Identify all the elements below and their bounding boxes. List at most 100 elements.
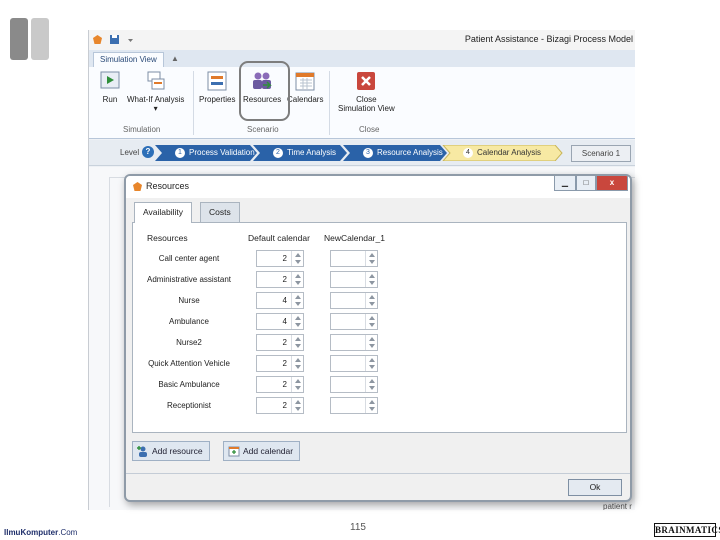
properties-icon	[207, 71, 227, 91]
new-calendar-spinner[interactable]	[330, 313, 378, 330]
resource-name: Receptionist	[166, 401, 212, 410]
help-icon[interactable]: ?	[142, 146, 154, 158]
add-user-icon	[137, 446, 147, 457]
new-calendar-spinner[interactable]	[330, 397, 378, 414]
group-label-close: Close	[359, 125, 380, 134]
add-calendar-label: Add calendar	[243, 446, 294, 456]
resource-name: Ambulance	[168, 317, 210, 326]
group-separator	[329, 71, 330, 135]
default-calendar-spinner[interactable]: 2	[256, 355, 304, 372]
spinner-arrows-icon[interactable]	[365, 356, 377, 371]
highlight-ring	[239, 61, 290, 121]
step-time-analysis[interactable]: 2 Time Analysis	[260, 145, 336, 161]
site-credit: IlmuKomputer.Com	[4, 528, 78, 537]
spinner-arrows-icon[interactable]	[365, 314, 377, 329]
save-icon[interactable]	[109, 34, 120, 45]
new-calendar-spinner[interactable]	[330, 355, 378, 372]
window-title: Patient Assistance - Bizagi Process Mode…	[464, 34, 633, 44]
page-number: 115	[350, 522, 366, 533]
ok-button[interactable]: Ok	[568, 479, 622, 496]
minimize-icon[interactable]: ▁	[554, 176, 576, 191]
resources-dialog: Resources ▁ □ x Availability Costs Resou…	[124, 174, 632, 502]
spinner-arrows-icon[interactable]	[365, 251, 377, 266]
spinner-arrows-icon[interactable]	[291, 293, 303, 308]
default-calendar-spinner[interactable]: 4	[256, 292, 304, 309]
add-resource-button[interactable]: Add resource	[132, 441, 210, 461]
default-calendar-spinner[interactable]: 2	[256, 271, 304, 288]
calendars-button[interactable]: Calendars	[287, 70, 323, 104]
app-logo-icon	[93, 35, 102, 44]
dialog-logo-icon	[133, 182, 142, 191]
spinner-arrows-icon[interactable]	[365, 335, 377, 350]
spinner-arrows-icon[interactable]	[291, 356, 303, 371]
group-label-scenario: Scenario	[247, 125, 279, 134]
availability-panel: Resources Default calendar NewCalendar_1…	[132, 222, 627, 433]
run-icon	[100, 71, 120, 89]
spinner-arrows-icon[interactable]	[291, 251, 303, 266]
default-calendar-spinner[interactable]: 4	[256, 313, 304, 330]
spinner-arrows-icon[interactable]	[291, 335, 303, 350]
default-calendar-spinner[interactable]: 2	[256, 250, 304, 267]
what-if-label: What-If Analysis	[127, 95, 185, 104]
title-bar: Patient Assistance - Bizagi Process Mode…	[89, 30, 635, 50]
default-calendar-spinner[interactable]: 2	[256, 334, 304, 351]
close-icon[interactable]: x	[596, 176, 628, 191]
tab-costs[interactable]: Costs	[200, 202, 240, 222]
close-simulation-view-button[interactable]: Close Simulation View	[338, 70, 395, 113]
column-header-resources: Resources	[147, 233, 188, 243]
spinner-arrows-icon[interactable]	[365, 398, 377, 413]
quick-access-dropdown-icon[interactable]	[125, 34, 136, 45]
column-header-default-calendar: Default calendar	[248, 233, 310, 243]
tab-simulation-view[interactable]: Simulation View	[93, 52, 164, 68]
close-icon	[357, 72, 376, 90]
properties-label: Properties	[199, 95, 236, 104]
what-if-analysis-button[interactable]: What-If Analysis ▾	[127, 70, 184, 113]
maximize-icon[interactable]: □	[576, 176, 596, 191]
spinner-arrows-icon[interactable]	[291, 314, 303, 329]
close-label-line2: Simulation View	[338, 104, 395, 113]
background-label: patient r	[603, 502, 632, 510]
brand-logo: BRAINMATICS	[654, 523, 720, 537]
step-resource-analysis[interactable]: 3 Resource Analysis	[350, 145, 443, 161]
spinner-arrows-icon[interactable]	[365, 377, 377, 392]
calendars-label: Calendars	[287, 95, 324, 104]
group-label-simulation: Simulation	[123, 125, 161, 134]
new-calendar-spinner[interactable]	[330, 271, 378, 288]
new-calendar-spinner[interactable]	[330, 376, 378, 393]
chevron-down-icon: ▾	[153, 104, 158, 113]
resource-name: Administrative assistant	[146, 275, 232, 284]
level-bar: Level ? 1 Process Validation 2 Time Analys…	[89, 140, 635, 166]
calendar-icon	[295, 72, 315, 91]
run-button[interactable]: Run	[99, 70, 121, 104]
spinner-arrows-icon[interactable]	[291, 272, 303, 287]
decorative-bar	[10, 18, 28, 60]
default-calendar-spinner[interactable]: 2	[256, 397, 304, 414]
run-label: Run	[102, 95, 118, 104]
resource-name: Nurse2	[176, 338, 202, 347]
new-calendar-spinner[interactable]	[330, 292, 378, 309]
resource-name: Quick Attention Vehicle	[148, 359, 230, 368]
ribbon-collapse-icon[interactable]: ▲	[171, 54, 179, 63]
step-calendar-analysis[interactable]: 4 Calendar Analysis	[450, 145, 541, 161]
spinner-arrows-icon[interactable]	[291, 398, 303, 413]
spinner-arrows-icon[interactable]	[365, 272, 377, 287]
spinner-arrows-icon[interactable]	[291, 377, 303, 392]
add-calendar-button[interactable]: Add calendar	[223, 441, 301, 461]
properties-button[interactable]: Properties	[199, 70, 235, 104]
new-calendar-spinner[interactable]	[330, 250, 378, 267]
column-header-new-calendar: NewCalendar_1	[324, 233, 385, 243]
default-calendar-spinner[interactable]: 2	[256, 376, 304, 393]
decorative-bar	[31, 18, 49, 60]
ribbon: Run What-If Analysis ▾ Properties Resour…	[89, 67, 635, 139]
close-label-line1: Close	[356, 95, 377, 104]
add-calendar-icon	[228, 446, 240, 457]
tab-availability[interactable]: Availability	[134, 202, 193, 223]
add-resource-label: Add resource	[152, 446, 203, 456]
resource-name: Call center agent	[158, 254, 220, 263]
new-calendar-spinner[interactable]	[330, 334, 378, 351]
step-process-validation[interactable]: 1 Process Validation	[162, 145, 255, 161]
scenario-button[interactable]: Scenario 1	[571, 145, 631, 162]
spinner-arrows-icon[interactable]	[365, 293, 377, 308]
dialog-title: Resources	[146, 181, 190, 191]
resource-name: Basic Ambulance	[158, 380, 220, 389]
